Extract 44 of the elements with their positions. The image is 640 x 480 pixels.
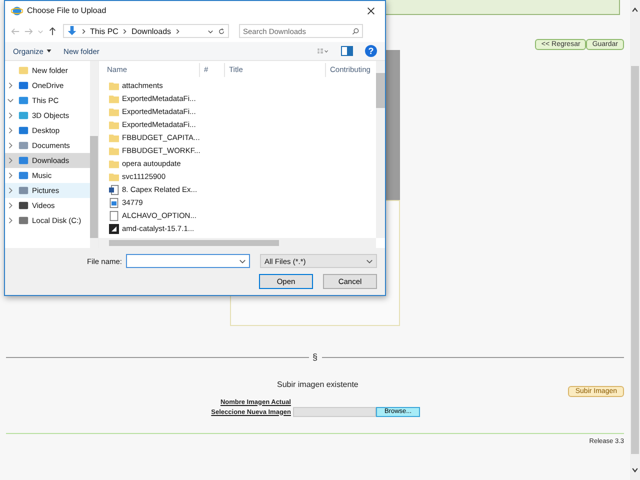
caret-icon[interactable] [207,28,214,34]
collapsed-chevron-icon[interactable] [7,82,14,88]
file-name-field[interactable] [126,254,250,268]
collapsed-chevron-icon[interactable] [7,112,14,118]
scrollbar[interactable] [376,61,385,238]
scrollbar[interactable] [90,61,98,248]
scrollbar[interactable] [630,0,640,480]
collapsed-chevron-icon[interactable] [7,156,14,164]
collapsed-chevron-icon[interactable] [7,172,14,178]
chevron-icon [81,28,86,34]
refresh-icon[interactable] [218,28,225,34]
file-input-field[interactable] [293,407,376,417]
caret-icon[interactable] [239,258,246,264]
collapsed-chevron-icon[interactable] [7,126,14,134]
breadcrumb[interactable]: Downloads [131,26,172,36]
expanded-chevron-icon[interactable] [7,96,14,104]
image-file-icon [109,198,119,208]
window-title: Choose File to Upload [27,6,108,15]
preview-pane-icon[interactable] [341,46,353,56]
search-icon [352,28,359,34]
collapsed-chevron-icon[interactable] [7,186,14,194]
scroll-up-icon[interactable] [631,6,639,14]
scrollbar[interactable] [99,238,376,248]
breadcrumb[interactable]: This PC [90,26,118,36]
help-button[interactable]: ? [365,45,377,57]
caret-icon [366,258,373,264]
chevron-icon[interactable] [175,28,180,34]
chevron-icon [122,28,128,34]
installer-icon [109,224,119,234]
view-options-icon[interactable] [317,46,329,56]
folder-icon [18,65,29,76]
close-icon[interactable] [367,6,375,14]
upload-title: Subir imagen existente [277,380,358,389]
section-symbol: § [312,352,318,362]
globe-icon [11,4,23,16]
scroll-down-icon[interactable] [631,466,639,474]
collapsed-chevron-icon[interactable] [7,202,14,208]
address-bar[interactable]: This PC Downloads [63,24,229,38]
collapsed-chevron-icon[interactable] [7,216,14,224]
collapsed-chevron-icon[interactable] [7,142,14,148]
blank-file-icon [109,210,119,220]
caret-icon [46,48,52,54]
up-arrow-icon[interactable] [48,26,57,36]
download-arrow-icon [67,26,77,36]
